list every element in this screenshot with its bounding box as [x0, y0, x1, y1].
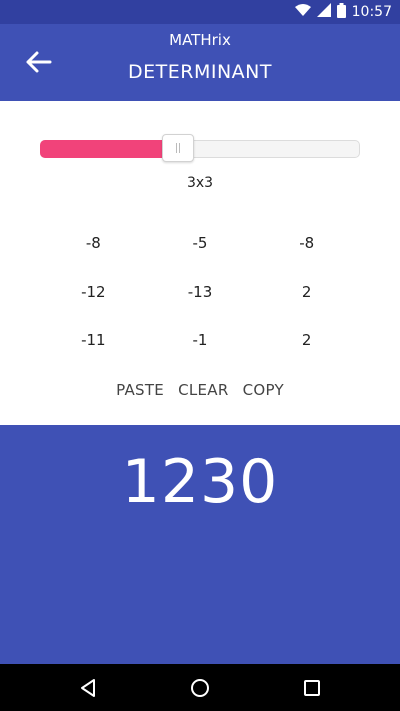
matrix-size-slider[interactable] [40, 134, 360, 162]
matrix-editor: 3x3 -8 -5 -8 -12 -13 2 -11 -1 2 PASTE CL… [0, 101, 400, 425]
home-circle-icon [191, 679, 209, 697]
status-icons: 10:57 [294, 2, 392, 22]
matrix-cell[interactable]: -12 [40, 283, 147, 301]
determinant-result: 1230 [121, 447, 279, 517]
battery-icon [336, 2, 346, 22]
app-bar: MATHrix DETERMINANT [0, 24, 400, 101]
matrix-row: -8 -5 -8 [40, 219, 360, 268]
slider-thumb[interactable] [162, 134, 194, 162]
back-triangle-icon [81, 679, 95, 697]
matrix-cell[interactable]: -1 [147, 331, 254, 349]
matrix-row: -11 -1 2 [40, 316, 360, 365]
app-name: MATHrix [169, 31, 231, 49]
matrix-row: -12 -13 2 [40, 268, 360, 317]
copy-button[interactable]: COPY [243, 381, 284, 399]
matrix-cell[interactable]: 2 [253, 283, 360, 301]
matrix-grid: -8 -5 -8 -12 -13 2 -11 -1 2 [40, 219, 360, 365]
system-nav-bar [0, 664, 400, 711]
matrix-cell[interactable]: -11 [40, 331, 147, 349]
status-bar: 10:57 [0, 0, 400, 24]
matrix-cell[interactable]: 2 [253, 331, 360, 349]
result-panel: 1230 [0, 425, 400, 664]
slider-fill [40, 140, 165, 158]
nav-home-button[interactable] [187, 675, 213, 701]
matrix-actions: PASTE CLEAR COPY [0, 381, 400, 399]
matrix-cell[interactable]: -5 [147, 234, 254, 252]
page-title: DETERMINANT [128, 61, 272, 83]
wifi-icon [294, 3, 311, 21]
clock: 10:57 [351, 4, 392, 20]
matrix-cell[interactable]: -8 [40, 234, 147, 252]
clear-button[interactable]: CLEAR [178, 381, 229, 399]
nav-back-button[interactable] [75, 675, 101, 701]
signal-icon [316, 3, 331, 21]
matrix-cell[interactable]: -13 [147, 283, 254, 301]
matrix-size-label: 3x3 [186, 175, 214, 191]
matrix-cell[interactable]: -8 [253, 234, 360, 252]
nav-recents-button[interactable] [299, 675, 325, 701]
paste-button[interactable]: PASTE [116, 381, 164, 399]
recents-square-icon [304, 680, 320, 696]
